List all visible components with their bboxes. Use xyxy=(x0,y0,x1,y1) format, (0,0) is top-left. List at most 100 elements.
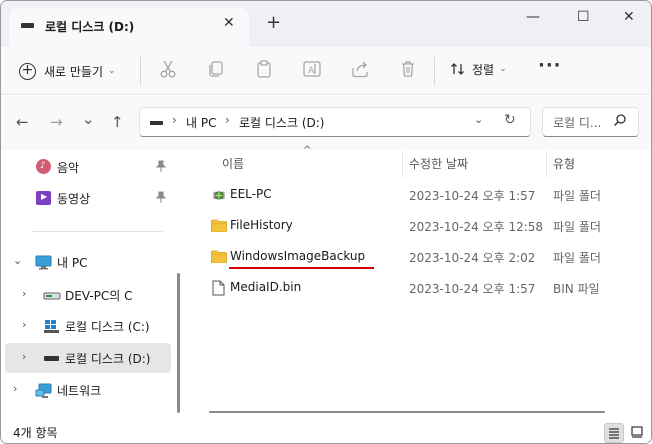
address-bar[interactable]: › 내 PC › 로컬 디스크 (D:) ⌄ ↻ xyxy=(139,107,531,137)
drive-icon xyxy=(44,356,59,361)
file-explorer-window: 로컬 디스크 (D:) ✕ + — ☐ ✕ + 새로 만들기 ⌄ A 정렬 ⌄ … xyxy=(0,0,652,444)
pin-icon[interactable] xyxy=(156,160,166,172)
folder-icon xyxy=(211,250,227,263)
file-name: FileHistory xyxy=(230,218,293,232)
forward-button[interactable]: → xyxy=(50,113,63,131)
details-view-button[interactable] xyxy=(604,423,624,443)
file-modified: 2023-10-24 오후 2:02 xyxy=(409,251,536,265)
sidebar-item-local-disk-c[interactable]: › 로컬 디스크 (C:) xyxy=(1,311,179,341)
highlight-underline xyxy=(229,267,374,269)
table-row[interactable]: WindowsImageBackup 2023-10-24 오후 2:02 파일… xyxy=(207,242,637,272)
sidebar-item-local-disk-d[interactable]: › 로컬 디스크 (D:) xyxy=(5,343,171,373)
sort-icon xyxy=(451,63,464,75)
network-icon xyxy=(35,383,52,398)
title-bar: 로컬 디스크 (D:) ✕ + — ☐ ✕ xyxy=(1,1,651,47)
network-folder-icon xyxy=(213,191,225,200)
sidebar-scrollbar[interactable] xyxy=(177,273,180,413)
close-window-button[interactable]: ✕ xyxy=(623,9,635,25)
new-button[interactable]: + 새로 만들기 ⌄ xyxy=(19,59,116,83)
column-header-type[interactable]: 유형 xyxy=(553,155,575,172)
share-icon[interactable] xyxy=(350,59,370,79)
search-icon xyxy=(613,113,627,131)
delete-icon[interactable] xyxy=(398,59,418,79)
file-name: WindowsImageBackup xyxy=(230,249,366,263)
pc-icon xyxy=(35,255,52,270)
table-row[interactable]: MediaID.bin 2023-10-24 오후 1:57 BIN 파일 xyxy=(207,273,637,303)
sidebar-item-label: 로컬 디스크 (C:) xyxy=(65,320,150,334)
up-button[interactable]: ↑ xyxy=(111,113,124,131)
file-name: MediaID.bin xyxy=(230,280,302,294)
file-type: 파일 폴더 xyxy=(553,189,601,203)
sidebar-item-label: 네트워크 xyxy=(57,384,102,398)
chevron-right-icon[interactable]: › xyxy=(22,350,26,363)
sidebar-item-videos[interactable]: ▶ 동영상 xyxy=(1,183,179,213)
chevron-down-icon: ⌄ xyxy=(499,64,507,74)
minimize-button[interactable]: — xyxy=(526,9,540,25)
tiles-view-icon xyxy=(631,426,643,438)
navigation-pane: ♪ 음악 ▶ 동영상 ⌄ 내 PC › DEV-PC의 C › 로컬 디스크 (… xyxy=(1,151,187,421)
maximize-button[interactable]: ☐ xyxy=(577,9,590,25)
refresh-button[interactable]: ↻ xyxy=(504,112,516,128)
file-modified: 2023-10-24 오후 12:58 xyxy=(409,220,544,234)
toolbar-divider xyxy=(434,57,435,85)
back-button[interactable]: ← xyxy=(16,113,29,131)
column-divider[interactable] xyxy=(546,151,547,178)
column-divider[interactable] xyxy=(402,151,403,178)
status-bar: 4개 항목 xyxy=(1,421,651,443)
chevron-down-icon[interactable]: ⌄ xyxy=(13,254,22,267)
new-button-label: 새로 만들기 xyxy=(44,64,104,79)
column-header-name[interactable]: 이름 xyxy=(222,155,244,172)
details-view-icon xyxy=(609,428,619,439)
sidebar-item-network[interactable]: › 네트워크 xyxy=(1,375,179,405)
table-row[interactable]: EEL-PC 2023-10-24 오후 1:57 파일 폴더 xyxy=(207,180,637,210)
file-type: 파일 폴더 xyxy=(553,251,601,265)
chevron-down-icon: ⌄ xyxy=(108,66,116,76)
chevron-right-icon[interactable]: › xyxy=(22,287,26,300)
column-header-modified[interactable]: 수정한 날짜 xyxy=(409,155,468,172)
search-box[interactable]: 로컬 디... xyxy=(542,107,639,137)
plus-icon: + xyxy=(19,62,36,80)
chevron-right-icon[interactable]: › xyxy=(22,318,26,331)
command-bar: + 새로 만들기 ⌄ A 정렬 ⌄ ··· xyxy=(1,47,651,95)
recent-locations-button[interactable]: ⌄ xyxy=(82,110,95,128)
sidebar-item-label: 로컬 디스크 (D:) xyxy=(65,352,151,366)
copy-icon[interactable] xyxy=(206,59,226,79)
pin-icon[interactable] xyxy=(156,191,166,203)
navigation-bar: ← → ⌄ ↑ › 내 PC › 로컬 디스크 (D:) ⌄ ↻ 로컬 디... xyxy=(1,96,651,150)
chevron-right-icon[interactable]: › xyxy=(13,382,17,395)
sidebar-item-music[interactable]: ♪ 음악 xyxy=(1,152,179,182)
sidebar-item-label: 내 PC xyxy=(57,256,88,270)
sort-ascending-icon: ^ xyxy=(303,145,312,156)
file-icon xyxy=(212,280,225,296)
sidebar-item-label: 동영상 xyxy=(57,192,91,206)
windows-drive-icon xyxy=(44,320,59,333)
more-options-button[interactable]: ··· xyxy=(538,55,562,76)
breadcrumb-my-pc[interactable]: 내 PC xyxy=(186,114,216,131)
file-list: ^ 이름 수정한 날짜 유형 EEL-PC 2023-10-24 오후 1:57… xyxy=(189,145,651,421)
item-count: 4개 항목 xyxy=(13,426,58,440)
tab-title: 로컬 디스크 (D:) xyxy=(45,20,135,34)
sidebar-item-label: DEV-PC의 C xyxy=(65,289,133,303)
sidebar-divider xyxy=(31,231,163,232)
folder-icon xyxy=(211,219,227,232)
address-dropdown-button[interactable]: ⌄ xyxy=(474,113,483,126)
sidebar-item-dev-pc-c[interactable]: › DEV-PC의 C xyxy=(1,280,179,310)
search-input[interactable]: 로컬 디... xyxy=(553,114,601,131)
table-row[interactable]: FileHistory 2023-10-24 오후 12:58 파일 폴더 xyxy=(207,211,637,241)
sidebar-item-my-pc[interactable]: ⌄ 내 PC xyxy=(1,247,179,277)
file-name: EEL-PC xyxy=(230,187,272,201)
paste-icon[interactable] xyxy=(254,59,274,79)
rename-icon[interactable]: A xyxy=(302,59,322,79)
tab-local-disk-d[interactable]: 로컬 디스크 (D:) ✕ xyxy=(9,8,249,47)
breadcrumb-separator: › xyxy=(225,113,230,127)
horizontal-scrollbar[interactable] xyxy=(209,411,605,413)
tiles-view-button[interactable] xyxy=(627,423,647,443)
file-modified: 2023-10-24 오후 1:57 xyxy=(409,282,536,296)
new-tab-button[interactable]: + xyxy=(266,14,281,32)
cut-icon[interactable] xyxy=(158,59,178,79)
close-tab-button[interactable]: ✕ xyxy=(223,15,235,31)
svg-text:A: A xyxy=(308,66,315,76)
sort-button[interactable]: 정렬 ⌄ xyxy=(450,59,507,79)
drive-icon xyxy=(21,23,34,28)
breadcrumb-local-disk-d[interactable]: 로컬 디스크 (D:) xyxy=(239,114,324,131)
